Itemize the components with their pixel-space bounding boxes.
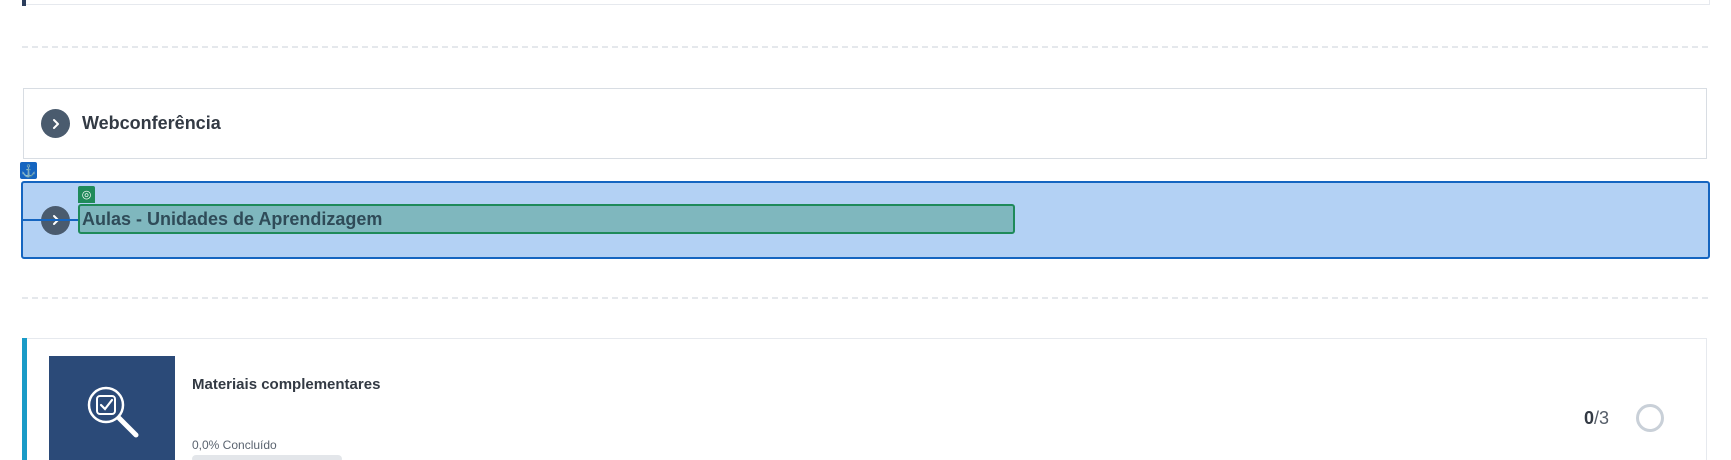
activity-thumbnail[interactable] <box>49 356 175 460</box>
section-webconferencia[interactable]: Webconferência <box>23 88 1707 159</box>
activity-title[interactable]: Materiais complementares <box>192 376 380 393</box>
section-divider <box>22 46 1708 48</box>
section-title-highlight[interactable]: Aulas - Unidades de Aprendizagem <box>78 204 1015 234</box>
section-title[interactable]: Webconferência <box>82 113 221 134</box>
anchor-connector <box>21 219 79 221</box>
section-divider <box>22 297 1708 299</box>
progress-label: 0,0% Concluído <box>192 438 277 452</box>
section-title[interactable]: Aulas - Unidades de Aprendizagem <box>82 209 382 230</box>
target-icon: ◎ <box>78 186 95 203</box>
completion-status-icon <box>1636 404 1664 432</box>
activity-accent <box>22 338 27 460</box>
completion-counter: 0/3 <box>1584 408 1609 429</box>
previous-section-card <box>22 0 1710 5</box>
progress-bar <box>192 455 342 460</box>
search-check-icon <box>87 386 139 438</box>
course-page: Webconferência ⚓ ◎ Aulas - Unidades de A… <box>0 0 1731 460</box>
previous-section-accent <box>22 0 26 6</box>
completed-count: 0 <box>1584 408 1595 428</box>
anchor-icon: ⚓ <box>20 162 37 179</box>
chevron-right-icon[interactable] <box>41 109 70 138</box>
total-count: /3 <box>1594 408 1610 428</box>
